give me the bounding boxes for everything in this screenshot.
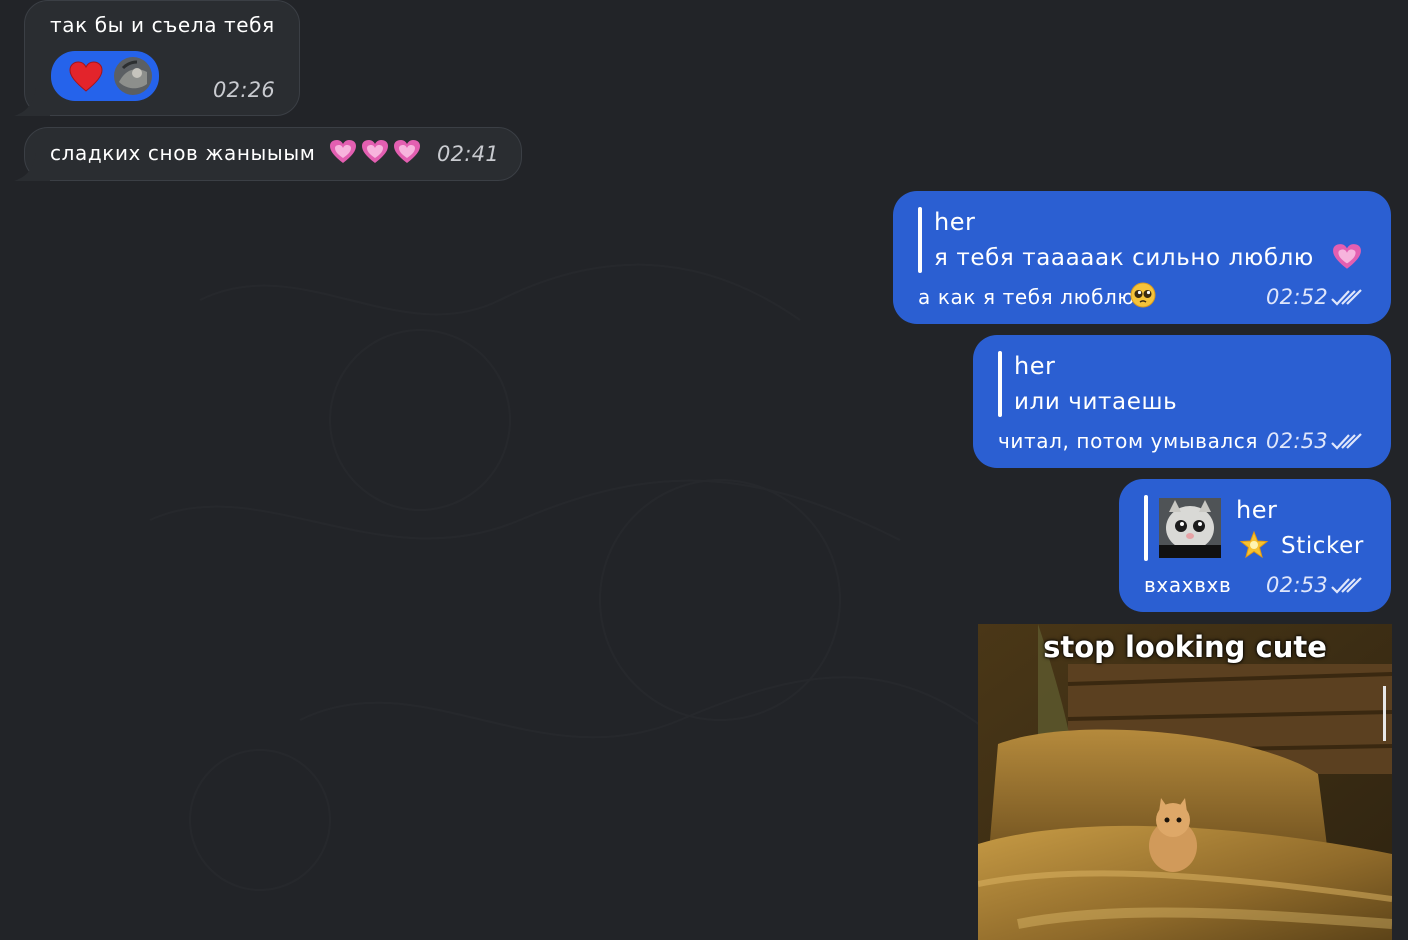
reply-author[interactable]: her <box>1236 496 1277 524</box>
message-text-content: сладких снов жаныыым <box>50 141 316 165</box>
gif-caption: stop looking cute <box>1043 630 1327 664</box>
heart-reaction-icon <box>69 61 103 92</box>
message-text: читал, потом умывался <box>998 429 1259 453</box>
message-text: вхахвхв <box>1144 573 1232 597</box>
message-text: а как я тебя люблю <box>918 285 1135 309</box>
avatar[interactable] <box>113 56 153 96</box>
media-message[interactable]: stop looking cute <box>978 624 1392 940</box>
incoming-message[interactable]: сладких снов жаныыым 02:41 <box>24 127 522 181</box>
reply-preview-text[interactable]: или читаешь <box>1014 389 1177 415</box>
outgoing-message[interactable]: her или читаешь читал, потом умывался 02… <box>973 335 1391 468</box>
reply-preview-text[interactable]: Sticker <box>1281 533 1364 559</box>
reply-quote-bar <box>1144 495 1148 561</box>
incoming-message[interactable]: так бы и съела тебя 02:26 <box>24 0 300 116</box>
reaction-pill[interactable] <box>51 51 159 101</box>
kitten-gif-image <box>978 624 1392 940</box>
double-check-icon <box>1331 289 1362 306</box>
outgoing-message[interactable]: her я тебя тааааак сильно люблю а как я … <box>893 191 1391 324</box>
bubble-tail <box>14 153 50 181</box>
bubble-tail <box>14 88 50 116</box>
sparkling-heart-emoji <box>330 140 356 163</box>
double-check-icon <box>1331 577 1362 594</box>
outgoing-message[interactable]: her Sticker вхахвхв 02:53 <box>1119 479 1391 612</box>
double-check-icon <box>1331 433 1362 450</box>
sticker-thumbnail[interactable] <box>1159 498 1221 558</box>
reply-quote-bar <box>918 207 922 273</box>
pleading-face-emoji <box>1130 282 1156 308</box>
message-time: 02:41 <box>437 142 500 166</box>
message-time: 02:52 <box>1266 285 1329 309</box>
message-text: так бы и съела тебя <box>50 13 275 37</box>
reply-quote-bar <box>998 351 1002 417</box>
sparkling-heart-emoji <box>394 140 420 163</box>
sparkling-heart-emoji <box>362 140 388 163</box>
sparkling-heart-emoji <box>1333 244 1361 269</box>
message-time: 02:53 <box>1266 573 1329 597</box>
star-emoji <box>1239 530 1269 559</box>
reply-author[interactable]: her <box>934 208 975 236</box>
reply-preview-text[interactable]: я тебя тааааак сильно люблю <box>934 245 1314 271</box>
message-time: 02:53 <box>1266 429 1329 453</box>
reply-author[interactable]: her <box>1014 352 1055 380</box>
message-text: сладких снов жаныыым <box>50 141 315 165</box>
message-time: 02:26 <box>213 78 276 102</box>
